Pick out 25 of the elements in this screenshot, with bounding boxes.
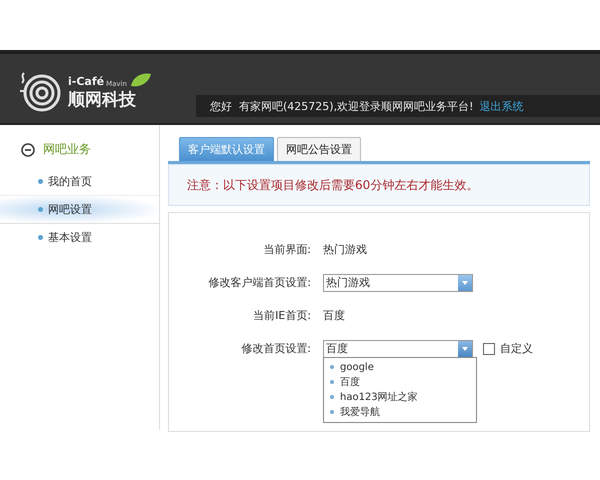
field-label: 修改首页设置: [240,341,312,356]
leaf-icon [128,72,153,88]
dropdown-option[interactable]: 我爱导航 [324,404,476,420]
field-value: 百度 [323,308,345,323]
field-label: 当前IE首页: [252,308,312,323]
sidebar-item[interactable]: 基本设置 [0,224,159,251]
field-value: 热门游戏 [323,242,367,257]
dropdown-field[interactable]: 热门游戏 [323,274,473,292]
dropdown-option[interactable]: 百度 [324,374,476,390]
sidebar-item[interactable]: 网吧设置 [0,195,159,224]
dropdown-option[interactable]: google [324,360,476,374]
dropdown-option[interactable]: hao123网址之家 [324,390,476,404]
checkbox-label: 自定义 [500,341,533,356]
collapse-icon[interactable] [21,142,35,156]
tab[interactable]: 网吧公告设置 [277,137,361,161]
logout-link[interactable]: 退出系统 [479,98,524,114]
welcome-text: 您好 有家网吧(425725),欢迎登录顺网网吧业务平台! [210,98,474,114]
sidebar-item[interactable]: 我的首页 [0,168,159,195]
field-label: 当前界面: [262,242,312,257]
field-label: 修改客户端首页设置: [207,275,312,290]
logo-brand: i-Café [68,74,104,88]
logo-name: 顺网科技 [68,88,137,110]
notice-text: 注意：以下设置项目修改后需要60分钟左右才能生效。 [187,176,478,194]
checkbox[interactable] [483,342,495,354]
dropdown-field[interactable]: 百度 [323,340,473,358]
